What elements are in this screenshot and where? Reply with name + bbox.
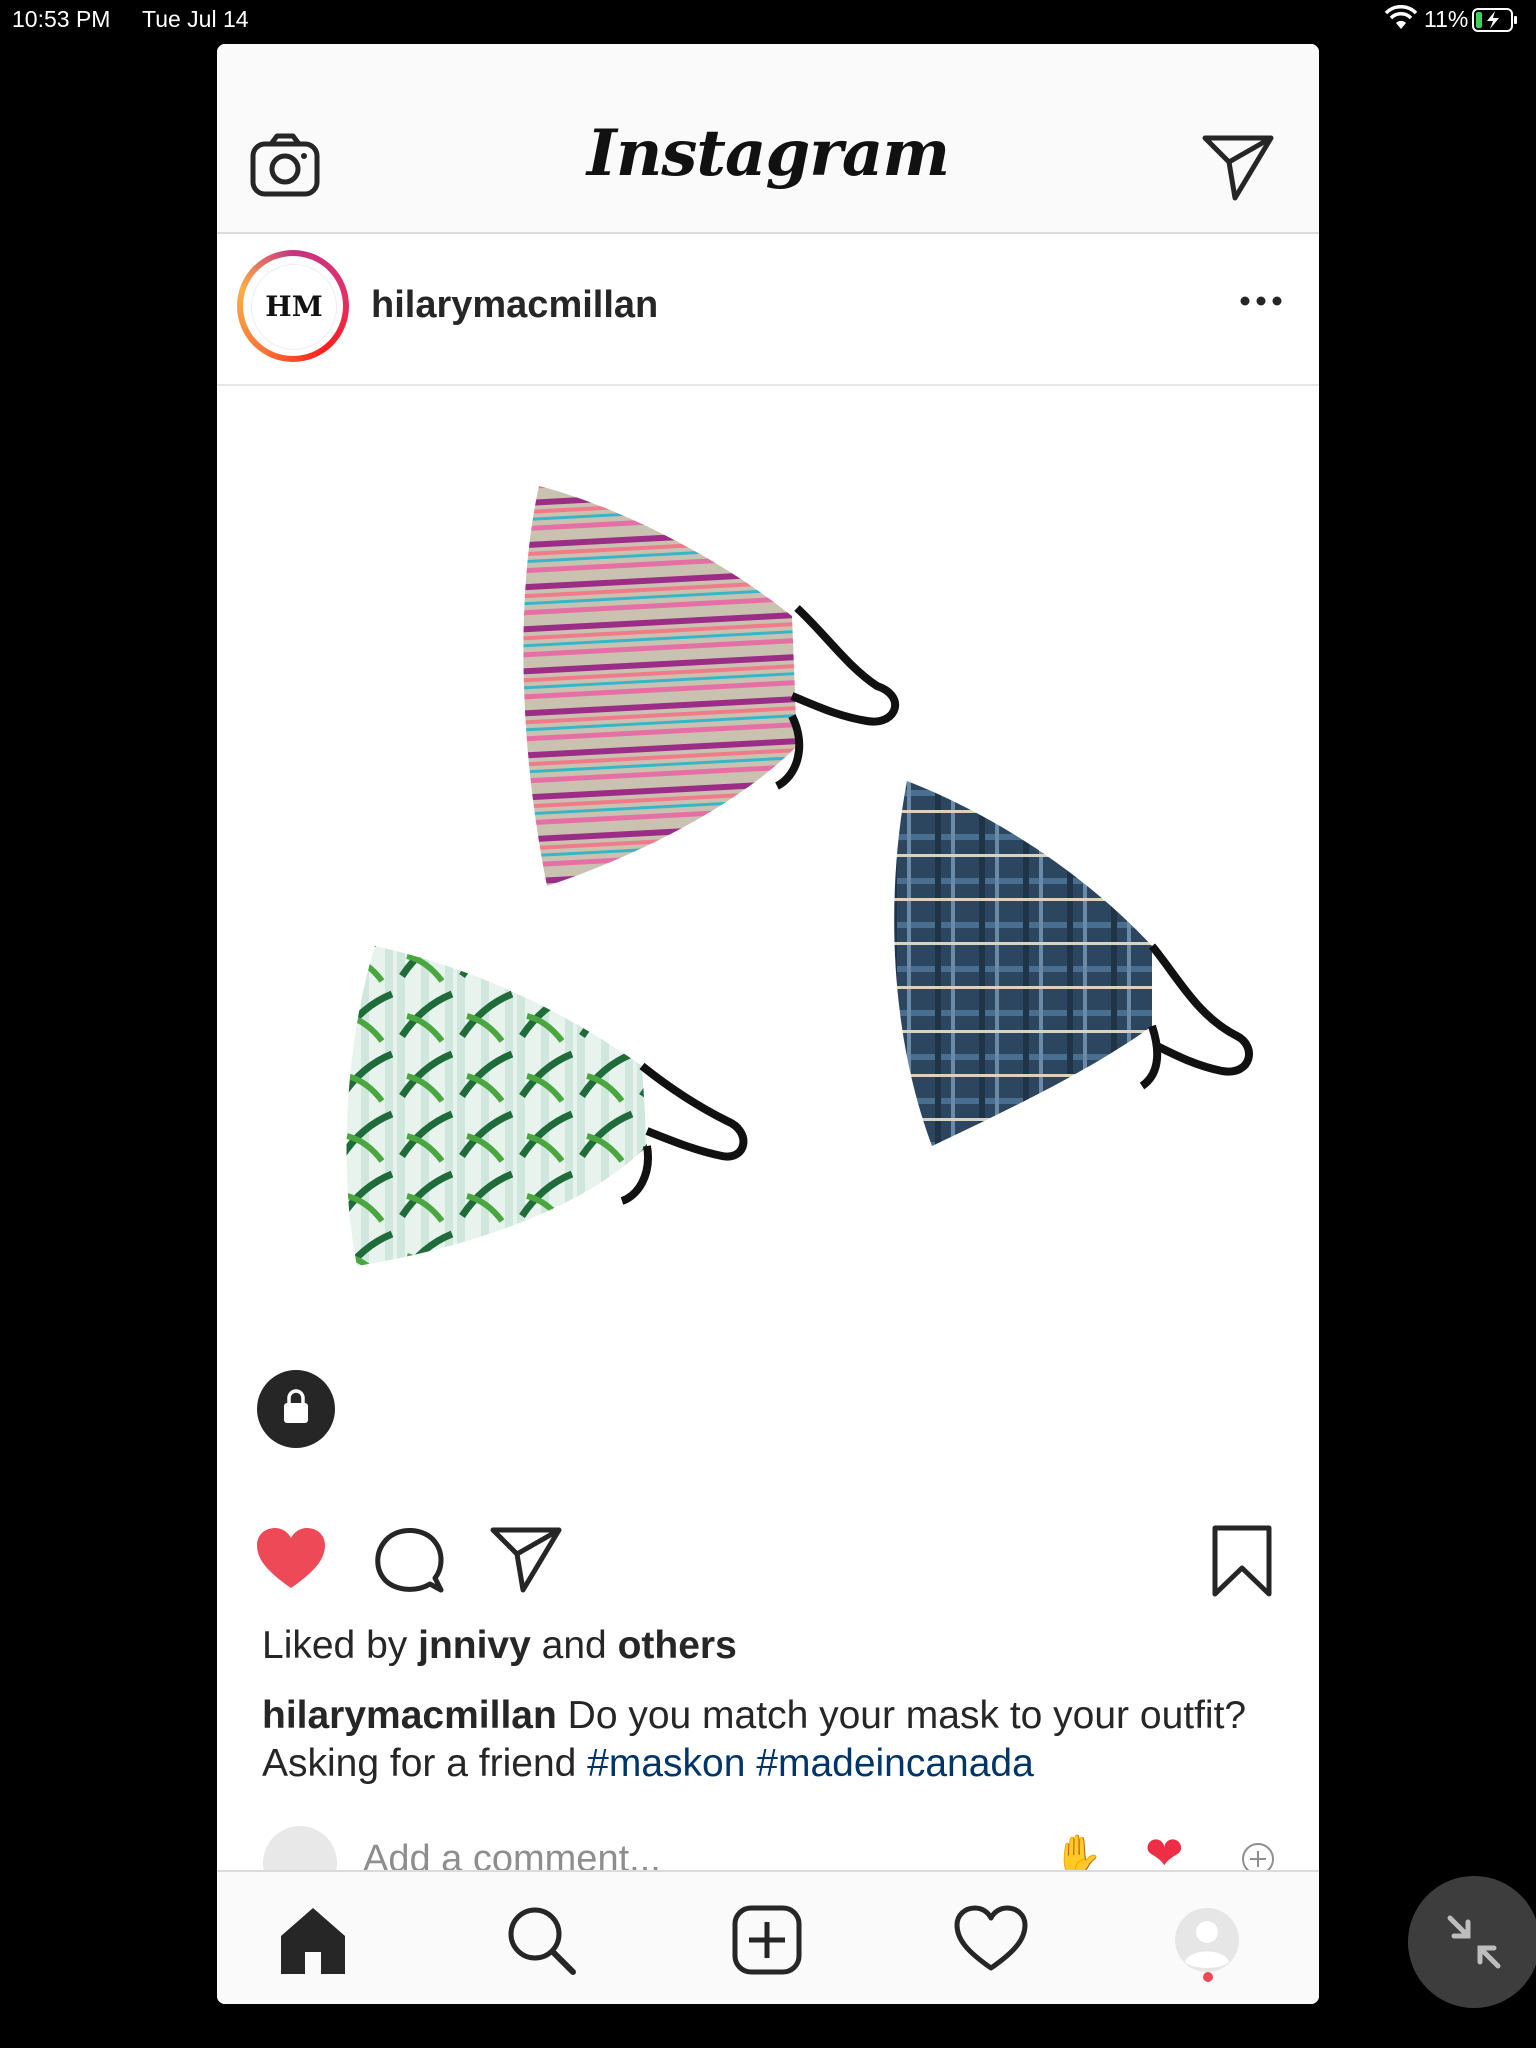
likes-prefix: Liked by [262, 1624, 408, 1667]
top-bar: Instagram [217, 44, 1319, 234]
caption-username[interactable]: hilarymacmillan [262, 1694, 557, 1737]
direct-message-icon[interactable] [1201, 132, 1275, 204]
liked-by-others[interactable]: others [618, 1624, 737, 1667]
avatar: HM [251, 264, 337, 350]
instagram-logo: Instagram [586, 116, 950, 191]
shopping-bag-icon[interactable] [257, 1370, 335, 1448]
add-post-icon[interactable] [729, 1902, 805, 1978]
status-time: 10:53 PM [12, 6, 111, 32]
heart-icon[interactable] [255, 1526, 327, 1590]
avatar-story-ring[interactable]: HM [237, 250, 349, 362]
bookmark-icon[interactable] [1211, 1524, 1273, 1598]
post-image[interactable] [217, 386, 1319, 1488]
likes-summary[interactable]: Liked by jnnivy and others [262, 1624, 737, 1668]
liked-by-user[interactable]: jnnivy [418, 1624, 531, 1667]
share-icon[interactable] [489, 1526, 563, 1594]
face-masks-photo [346, 486, 1253, 1266]
battery-percent: 11% [1424, 6, 1469, 32]
search-icon[interactable] [503, 1902, 579, 1978]
home-icon[interactable] [275, 1902, 351, 1978]
activity-heart-icon[interactable] [953, 1902, 1029, 1978]
status-date: Tue Jul 14 [142, 6, 249, 32]
post-username[interactable]: hilarymacmillan [371, 284, 658, 327]
more-options-icon[interactable] [1231, 286, 1291, 316]
hashtag-link[interactable]: #madeincanada [756, 1742, 1034, 1785]
post-caption: hilarymacmillan Do you match your mask t… [262, 1692, 1282, 1788]
bottom-navigation [217, 1870, 1319, 2004]
instagram-app-window: Instagram HM hilarymacmillan Liked by jn… [217, 44, 1319, 2004]
battery-charging-icon [1472, 8, 1517, 32]
exit-fullscreen-icon[interactable] [1408, 1876, 1536, 2008]
profile-icon[interactable] [1169, 1902, 1245, 1978]
likes-middle: and [541, 1624, 607, 1667]
post-actions-bar [217, 1504, 1319, 1604]
wifi-icon [1384, 5, 1418, 29]
post-header: HM hilarymacmillan [217, 234, 1319, 386]
hashtag-link[interactable]: #maskon [587, 1742, 745, 1785]
notification-dot [1203, 1972, 1213, 1982]
comment-icon[interactable] [373, 1524, 445, 1594]
status-bar: 10:53 PM Tue Jul 14 11% [0, 0, 1536, 40]
